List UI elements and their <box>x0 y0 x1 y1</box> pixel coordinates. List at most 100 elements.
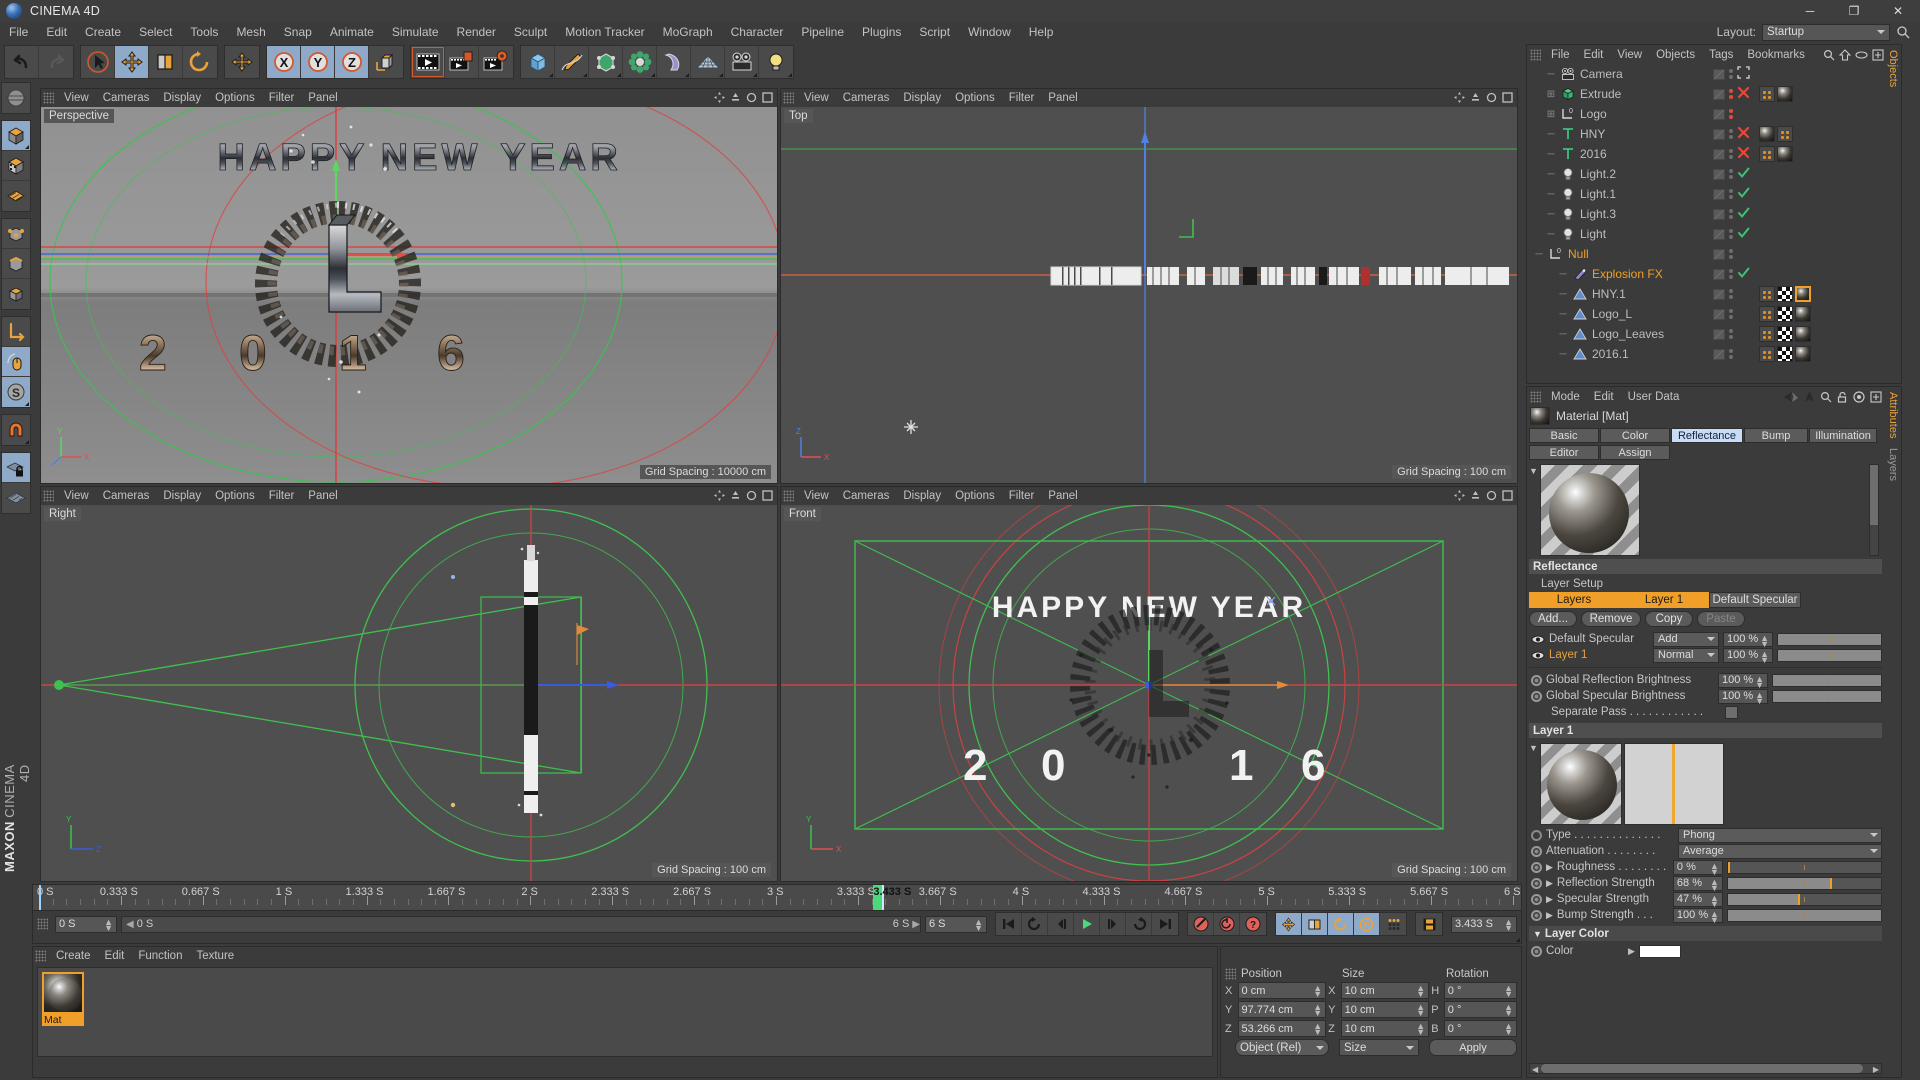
visibility-dots-icon[interactable] <box>1729 89 1733 99</box>
texture-tag-icon[interactable] <box>1759 146 1775 162</box>
object-row-light-3[interactable]: ─ Light.3 <box>1527 204 1901 224</box>
menu-character[interactable]: Character <box>722 22 793 42</box>
panel-grip-icon[interactable] <box>43 490 54 502</box>
menu-tools[interactable]: Tools <box>181 22 227 42</box>
mat-menu-edit[interactable]: Edit <box>98 947 132 965</box>
radio-icon[interactable] <box>1531 861 1542 873</box>
vp-menu-cameras[interactable]: Cameras <box>836 487 897 505</box>
viewport-front[interactable]: View Cameras Display Options Filter Pane… <box>780 486 1518 882</box>
mat-menu-create[interactable]: Create <box>49 947 98 965</box>
coord-size-y-field[interactable]: 10 cm ▲ ▼ <box>1340 1001 1430 1018</box>
tree-toggle-icon[interactable]: ─ <box>1543 189 1559 200</box>
spline-pen-icon[interactable] <box>555 46 589 78</box>
step-back-icon[interactable] <box>1048 913 1074 935</box>
coord-size-z-field[interactable]: 10 cm ▲ ▼ <box>1340 1020 1430 1037</box>
zoom-icon[interactable] <box>729 489 742 502</box>
at-menu-user-data[interactable]: User Data <box>1621 388 1687 406</box>
spinner-icon[interactable]: ▲ ▼ <box>1504 917 1513 932</box>
side-tab-layers[interactable]: Layers <box>1886 443 1900 486</box>
spinner-icon[interactable]: ▲ ▼ <box>1755 690 1764 705</box>
menu-help[interactable]: Help <box>1020 22 1063 42</box>
radio-icon[interactable] <box>1531 877 1542 889</box>
vp-menu-view[interactable]: View <box>57 89 96 107</box>
tree-toggle-icon[interactable]: ⊞ <box>1543 89 1559 100</box>
coord-pos-y-field[interactable]: 97.774 cm ▲ ▼ <box>1237 1001 1327 1018</box>
material-tag-icon[interactable] <box>1777 146 1793 162</box>
layer-row-layer-1[interactable]: Layer 1 Normal 100 % ▲ ▼ <box>1529 647 1882 664</box>
y-axis-icon[interactable]: Y <box>301 46 335 78</box>
model-mode-icon[interactable] <box>2 121 30 151</box>
vp-menu-filter[interactable]: Filter <box>1002 487 1042 505</box>
panel-grip-icon[interactable] <box>783 92 794 104</box>
menu-create[interactable]: Create <box>76 22 130 42</box>
collapse-triangle-icon[interactable]: ▼ <box>1533 929 1542 939</box>
layer-blend-default-specular[interactable]: Add <box>1653 631 1719 647</box>
paste-layer-button[interactable]: Paste <box>1697 611 1745 627</box>
tree-toggle-icon[interactable]: ─ <box>1555 289 1571 300</box>
om-menu-bookmarks[interactable]: Bookmarks <box>1740 46 1812 64</box>
vp-menu-display[interactable]: Display <box>156 89 208 107</box>
enable-checkbox-icon[interactable] <box>1713 108 1725 120</box>
param-key-icon[interactable] <box>1380 913 1406 935</box>
alpha-tag-icon[interactable] <box>1777 286 1793 302</box>
band-default-specular[interactable]: Default Specular <box>1709 592 1801 608</box>
viewport-perspective-canvas[interactable]: HAPPY NEW YEAR 2 0 1 6 Y X Perspective G… <box>41 107 777 483</box>
deformer-bend-icon[interactable] <box>657 46 691 78</box>
step-forward-icon[interactable] <box>1100 913 1126 935</box>
material-item[interactable]: Mat <box>42 972 84 1026</box>
z-axis-icon[interactable]: Z <box>335 46 369 78</box>
scrollbar-thumb[interactable] <box>1541 1064 1863 1073</box>
menu-render[interactable]: Render <box>448 22 505 42</box>
keyframe-selection-icon[interactable]: ? <box>1240 913 1266 935</box>
polygon-mode-icon[interactable] <box>2 279 30 309</box>
fit-icon[interactable] <box>1737 66 1751 82</box>
add-icon[interactable] <box>1870 390 1882 403</box>
layout-combo[interactable]: Startup <box>1762 23 1890 41</box>
spinner-icon[interactable]: ▲ ▼ <box>1504 984 1513 999</box>
panel-grip-icon[interactable] <box>783 490 794 502</box>
viewport-top-canvas[interactable]: Z X Top Grid Spacing : 100 cm <box>781 107 1517 483</box>
rotate-view-icon[interactable] <box>745 489 758 502</box>
enable-checkbox-icon[interactable] <box>1713 288 1725 300</box>
edge-mode-icon[interactable] <box>2 249 30 279</box>
timeline-start-value[interactable]: 0 S <box>59 918 76 930</box>
separate-pass-checkbox[interactable] <box>1725 705 1738 719</box>
enable-checkbox-icon[interactable] <box>1713 248 1725 260</box>
vp-menu-cameras[interactable]: Cameras <box>96 89 157 107</box>
menu-mograph[interactable]: MoGraph <box>654 22 722 42</box>
autokey-icon[interactable] <box>1214 913 1240 935</box>
vp-menu-panel[interactable]: Panel <box>301 487 344 505</box>
menu-pipeline[interactable]: Pipeline <box>792 22 853 42</box>
vp-menu-view[interactable]: View <box>57 487 96 505</box>
layer-opacity-default-specular[interactable]: 100 % ▲ ▼ <box>1723 631 1773 648</box>
visibility-dots-icon[interactable] <box>1729 349 1733 359</box>
visibility-dots-icon[interactable] <box>1729 109 1733 119</box>
object-row-hny[interactable]: ─ HNY <box>1527 124 1901 144</box>
pan-icon[interactable] <box>713 91 726 104</box>
layer1-gradient-preview[interactable] <box>1623 743 1724 825</box>
coord-mode-combo[interactable]: Object (Rel) <box>1235 1039 1329 1056</box>
timeline-ruler[interactable]: 0 S 0.333 S 0.667 S1 S 1.333 S 1.667 S2 S 2.3… <box>33 885 1521 911</box>
vp-menu-panel[interactable]: Panel <box>301 89 344 107</box>
layer1-bump-strength-field[interactable]: 100 % ▲ ▼ <box>1672 907 1723 924</box>
texture-tag-icon[interactable] <box>1759 306 1775 322</box>
scroll-right-arrow-icon[interactable]: ▶ <box>1873 1065 1879 1074</box>
tree-toggle-icon[interactable]: ─ <box>1543 169 1559 180</box>
object-row-2016-1[interactable]: ─ 2016.1 <box>1527 344 1901 364</box>
unlock-icon[interactable] <box>1837 391 1848 403</box>
workplane-icon[interactable] <box>2 181 30 211</box>
vp-menu-display[interactable]: Display <box>896 89 948 107</box>
tree-toggle-icon[interactable]: ─ <box>1543 209 1559 220</box>
x-red-icon[interactable] <box>1737 86 1751 102</box>
scrollbar-thumb[interactable] <box>1870 465 1878 525</box>
render-settings-icon[interactable] <box>479 46 513 78</box>
coord-pos-x-field[interactable]: 0 cm ▲ ▼ <box>1237 982 1327 999</box>
mograph-cloner-icon[interactable] <box>623 46 657 78</box>
add-layer-icon[interactable] <box>1872 48 1884 61</box>
tree-toggle-icon[interactable]: ─ <box>1555 329 1571 340</box>
visibility-dots-icon[interactable] <box>1729 269 1733 279</box>
check-icon[interactable] <box>1737 266 1751 282</box>
spinner-icon[interactable]: ▲ ▼ <box>1416 984 1425 999</box>
layer1-bump-strength-slider[interactable] <box>1726 908 1882 922</box>
visibility-dots-icon[interactable] <box>1729 169 1733 179</box>
